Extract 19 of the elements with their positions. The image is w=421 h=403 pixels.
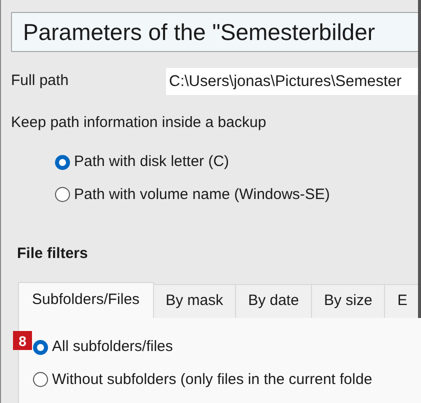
tab[interactable]: By date bbox=[236, 284, 312, 318]
tab[interactable]: E bbox=[385, 284, 420, 318]
radio-label: Path with disk letter (C) bbox=[74, 152, 230, 172]
radio-button[interactable] bbox=[33, 372, 48, 388]
field-label: Full path bbox=[11, 71, 70, 92]
section-heading: File filters bbox=[17, 245, 88, 262]
callout-badge: 8 bbox=[13, 331, 32, 350]
tab[interactable]: Subfolders/Files bbox=[18, 282, 154, 318]
radio-label: Without subfolders (only files in the current folde bbox=[52, 370, 372, 390]
dialog-title: Parameters of the "Semesterbilder bbox=[23, 20, 376, 44]
tab[interactable]: By mask bbox=[154, 284, 236, 318]
radio-label: Path with volume name (Windows-SE) bbox=[74, 184, 330, 204]
radio-button[interactable] bbox=[55, 187, 70, 202]
radio-button[interactable] bbox=[55, 154, 70, 170]
path-field[interactable]: C:\Users\jonas\Pictures\Semester bbox=[166, 68, 421, 95]
tab[interactable]: By size bbox=[312, 284, 386, 318]
section-label: Keep path information inside a backup bbox=[11, 114, 266, 131]
radio-label: All subfolders/files bbox=[52, 337, 173, 357]
radio-button[interactable] bbox=[33, 340, 48, 355]
